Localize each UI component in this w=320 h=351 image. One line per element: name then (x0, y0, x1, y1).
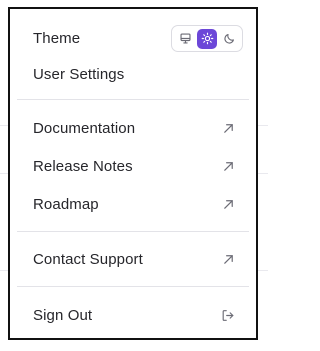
roadmap-label: Roadmap (33, 195, 99, 213)
background-divider (258, 173, 268, 174)
background-divider (0, 125, 8, 126)
theme-option-dark[interactable] (219, 29, 239, 49)
external-link-icon (221, 121, 235, 135)
theme-label: Theme (33, 29, 81, 47)
moon-icon (223, 34, 234, 44)
background-divider (258, 270, 268, 271)
sign-out-label: Sign Out (33, 306, 93, 324)
menu-item-release-notes[interactable]: Release Notes (10, 149, 256, 183)
sign-out-icon (221, 308, 235, 322)
theme-option-system[interactable] (175, 29, 195, 49)
documentation-label: Documentation (33, 119, 136, 137)
theme-option-light[interactable] (197, 28, 217, 49)
menu-divider (17, 286, 249, 287)
menu-item-sign-out[interactable]: Sign Out (10, 298, 256, 332)
external-link-icon (221, 197, 235, 211)
theme-switcher (171, 25, 243, 52)
menu-divider (17, 231, 249, 232)
release-notes-label: Release Notes (33, 157, 133, 175)
menu-item-roadmap[interactable]: Roadmap (10, 187, 256, 221)
menu-item-documentation[interactable]: Documentation (10, 111, 256, 145)
contact-support-label: Contact Support (33, 250, 143, 268)
background-divider (258, 125, 268, 126)
menu-item-contact-support[interactable]: Contact Support (10, 242, 256, 276)
monitor-icon (179, 33, 191, 44)
user-settings-label: User Settings (33, 65, 125, 83)
menu-divider (17, 99, 249, 100)
sun-icon (201, 32, 213, 45)
user-menu-dropdown: Theme User Settings Documentation Releas… (8, 7, 258, 340)
external-link-icon (221, 252, 235, 266)
background-divider (0, 173, 8, 174)
external-link-icon (221, 159, 235, 173)
background-divider (0, 270, 8, 271)
menu-item-user-settings[interactable]: User Settings (10, 57, 256, 91)
